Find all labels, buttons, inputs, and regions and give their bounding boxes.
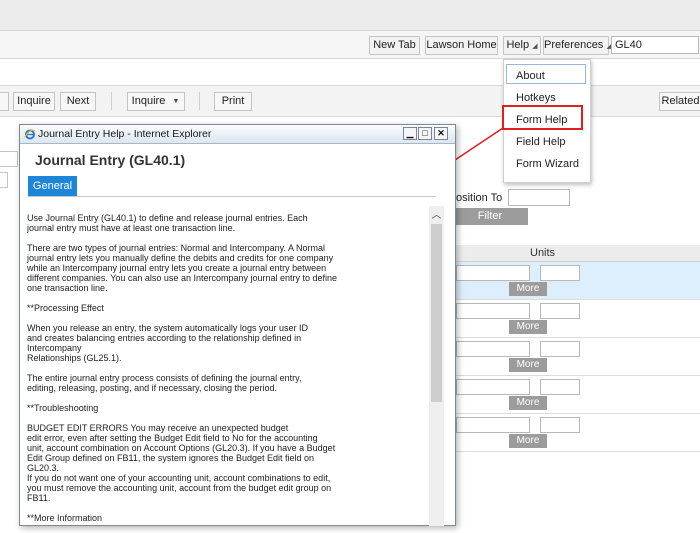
units-column-header: Units [530,247,556,259]
form-search-input[interactable]: GL40 [611,36,699,54]
window-title: Journal Entry Help - Internet Explorer [38,128,212,140]
table-row[interactable]: More [452,338,700,376]
window-titlebar[interactable]: Journal Entry Help - Internet Explorer ▁… [20,125,455,144]
help-paragraph: Use Journal Entry (GL40.1) to define and… [27,213,308,233]
caret-down-icon: ◢ [532,43,538,50]
toolbar-button-partial[interactable] [0,92,9,111]
internet-explorer-icon [24,129,36,140]
menu-item-about[interactable]: About [516,70,545,82]
help-label: Help [506,39,530,51]
data-grid: Units More More More More More [452,245,700,457]
more-button[interactable]: More [509,282,547,296]
help-paragraph: There are two types of journal entries: … [27,243,338,293]
menu-item-field-help[interactable]: Field Help [516,136,566,148]
inquire-button[interactable]: Inquire [13,92,55,111]
units-input[interactable] [540,417,580,433]
units-input[interactable] [540,265,580,281]
filter-button[interactable]: Filter [452,208,528,225]
help-paragraph: When you release an entry, the system au… [27,323,308,363]
form-help-title: Journal Entry (GL40.1) [35,152,186,168]
top-bar [0,0,700,30]
table-row[interactable]: More [452,414,700,452]
help-dropdown-menu: About Hotkeys Form Help Field Help Form … [502,59,591,183]
help-heading: **Troubleshooting [27,403,99,413]
help-paragraph: The entire journal entry process consist… [27,373,302,393]
help-paragraph: BUDGET EDIT ERRORS You may receive an un… [27,423,336,503]
help-heading: **Processing Effect [27,303,104,313]
more-button[interactable]: More [509,434,547,448]
more-button[interactable]: More [509,358,547,372]
preferences-label: Preferences [544,39,604,51]
units-input[interactable] [540,379,580,395]
inquire-split-button[interactable]: Inquire [127,92,170,111]
tab-general[interactable]: General [28,176,77,196]
position-to-input[interactable] [508,189,570,206]
menu-item-form-help[interactable]: Form Help [516,114,567,126]
minimize-icon[interactable]: ▁ [403,127,417,140]
table-row[interactable]: More [452,300,700,338]
close-icon[interactable]: ✕ [434,127,448,140]
vertical-scrollbar[interactable]: ︿ [429,206,444,526]
units-input[interactable] [540,303,580,319]
grid-cell-input[interactable] [456,265,530,281]
scroll-up-icon[interactable]: ︿ [431,206,442,221]
help-heading: **More Information [27,513,103,523]
preferences-button[interactable]: Preferences ◢ [543,36,612,55]
help-window: Journal Entry Help - Internet Explorer ▁… [19,124,456,526]
more-button[interactable]: More [509,320,547,334]
toolbar-separator [199,92,200,110]
grid-cell-input[interactable] [456,417,530,433]
grid-cell-input[interactable] [456,379,530,395]
scrollbar-thumb[interactable] [431,224,442,402]
menu-item-form-wizard[interactable]: Form Wizard [516,158,579,170]
maximize-icon[interactable]: □ [418,127,432,140]
toolbar-separator [111,92,112,110]
help-content: Use Journal Entry (GL40.1) to define and… [27,213,427,533]
units-input[interactable] [540,341,580,357]
table-row[interactable]: More [452,376,700,414]
new-tab-button[interactable]: New Tab [369,36,420,55]
grid-cell-input[interactable] [456,303,530,319]
table-row[interactable]: More [452,262,700,300]
grid-header: Units [452,245,700,262]
menu-item-hotkeys[interactable]: Hotkeys [516,92,556,104]
partial-field[interactable] [0,172,8,188]
print-button[interactable]: Print [214,92,252,111]
next-button[interactable]: Next [60,92,96,111]
related-button[interactable]: Related [659,92,700,111]
chevron-down-icon[interactable]: ▼ [168,92,185,111]
tab-underline [28,196,436,197]
position-to-label: osition To [456,192,503,204]
lawson-home-button[interactable]: Lawson Home [425,36,498,55]
more-button[interactable]: More [509,396,547,410]
grid-cell-input[interactable] [456,341,530,357]
help-menu-button[interactable]: Help ◢ [503,36,541,55]
action-toolbar [0,85,700,117]
partial-field[interactable] [0,151,18,167]
